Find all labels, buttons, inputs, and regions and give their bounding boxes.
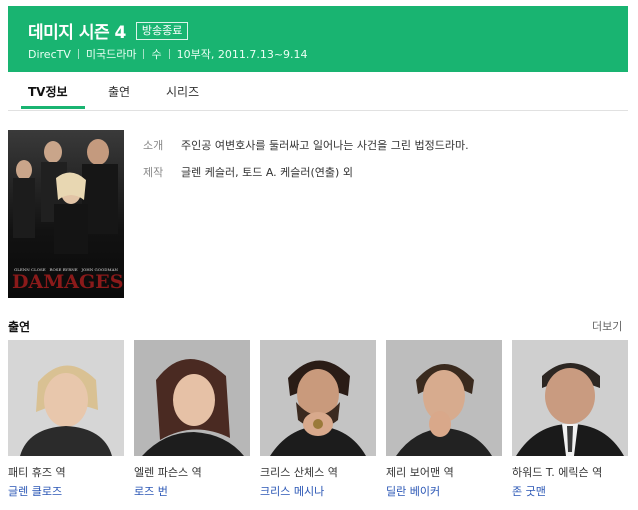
- cast-photo[interactable]: [512, 340, 628, 456]
- producer-label: 제작: [143, 166, 164, 179]
- meta-episodes: 10부작, 2011.7.13~9.14: [176, 48, 308, 61]
- cast-photo-figure: [142, 358, 244, 456]
- cast-name-link[interactable]: 글렌 클로즈: [8, 483, 124, 499]
- meta-divider: [143, 49, 145, 59]
- producer-value: 글렌 케슬러, 토드 A. 케슬러(연출) 외: [181, 166, 353, 179]
- cast-role: 패티 휴즈 역: [8, 466, 66, 479]
- synopsis-value: 주인공 여변호사를 둘러싸고 일어나는 사건을 그린 법정드라마.: [181, 139, 469, 152]
- title-header: 데미지 시즌 4 방송종료 DirecTV 미국드라마 수 10부작, 2011…: [8, 6, 628, 72]
- cast-photo-figure: [396, 364, 492, 456]
- cast-heading: 출연: [8, 320, 31, 334]
- cast-card[interactable]: 제리 보어맨 역 딜란 베이커: [386, 340, 502, 499]
- cast-photo[interactable]: [134, 340, 250, 456]
- cast-name-link[interactable]: 로즈 번: [134, 483, 250, 499]
- more-link[interactable]: 더보기: [592, 318, 622, 334]
- meta-channel[interactable]: DirecTV: [28, 48, 71, 61]
- cast-name-link[interactable]: 존 굿맨: [512, 483, 628, 499]
- cast-photo[interactable]: [8, 340, 124, 456]
- cast-role: 크리스 산체스 역: [260, 466, 338, 479]
- cast-card[interactable]: 엘렌 파슨스 역 로즈 번: [134, 340, 250, 499]
- meta-genre[interactable]: 미국드라마: [86, 46, 137, 62]
- poster-image[interactable]: GLENN CLOSE ROSE BYRNE JOHN GOODMAN DAMA…: [8, 130, 124, 298]
- tab-series[interactable]: 시리즈: [166, 83, 199, 100]
- cast-name-link[interactable]: 딜란 베이커: [386, 483, 502, 499]
- cast-role: 엘렌 파슨스 역: [134, 466, 202, 479]
- cast-photo-figure: [20, 365, 112, 456]
- meta-divider: [77, 49, 79, 59]
- cast-photo[interactable]: [386, 340, 502, 456]
- status-badge: 방송종료: [135, 21, 189, 40]
- meta-info: DirecTV 미국드라마 수 10부작, 2011.7.13~9.14: [28, 46, 308, 62]
- poster-logo: DAMAGES: [12, 271, 124, 293]
- cast-card[interactable]: 크리스 산체스 역 크리스 메시나: [260, 340, 376, 499]
- cast-card[interactable]: 패티 휴즈 역 글렌 클로즈: [8, 340, 124, 499]
- meta-divider: [168, 49, 170, 59]
- info-section: 소개 주인공 여변호사를 둘러싸고 일어나는 사건을 그린 법정드라마. 제작 …: [143, 137, 469, 191]
- cast-role: 하워드 T. 에릭슨 역: [512, 466, 603, 479]
- synopsis-label: 소개: [143, 139, 164, 152]
- tab-cast[interactable]: 출연: [108, 83, 130, 100]
- tab-bar: TV정보 출연 시리즈: [8, 72, 628, 111]
- cast-photo[interactable]: [260, 340, 376, 456]
- cast-role: 제리 보어맨 역: [386, 466, 454, 479]
- cast-photo-figure: [270, 360, 366, 456]
- cast-card[interactable]: 하워드 T. 에릭슨 역 존 굿맨: [512, 340, 628, 499]
- cast-photo-figure: [516, 363, 624, 456]
- tab-tv-info[interactable]: TV정보: [28, 83, 68, 100]
- meta-day: 수: [151, 48, 162, 61]
- cast-name-link[interactable]: 크리스 메시나: [260, 483, 376, 499]
- active-tab-indicator: [21, 106, 85, 109]
- page-title: 데미지 시즌 4: [28, 23, 126, 43]
